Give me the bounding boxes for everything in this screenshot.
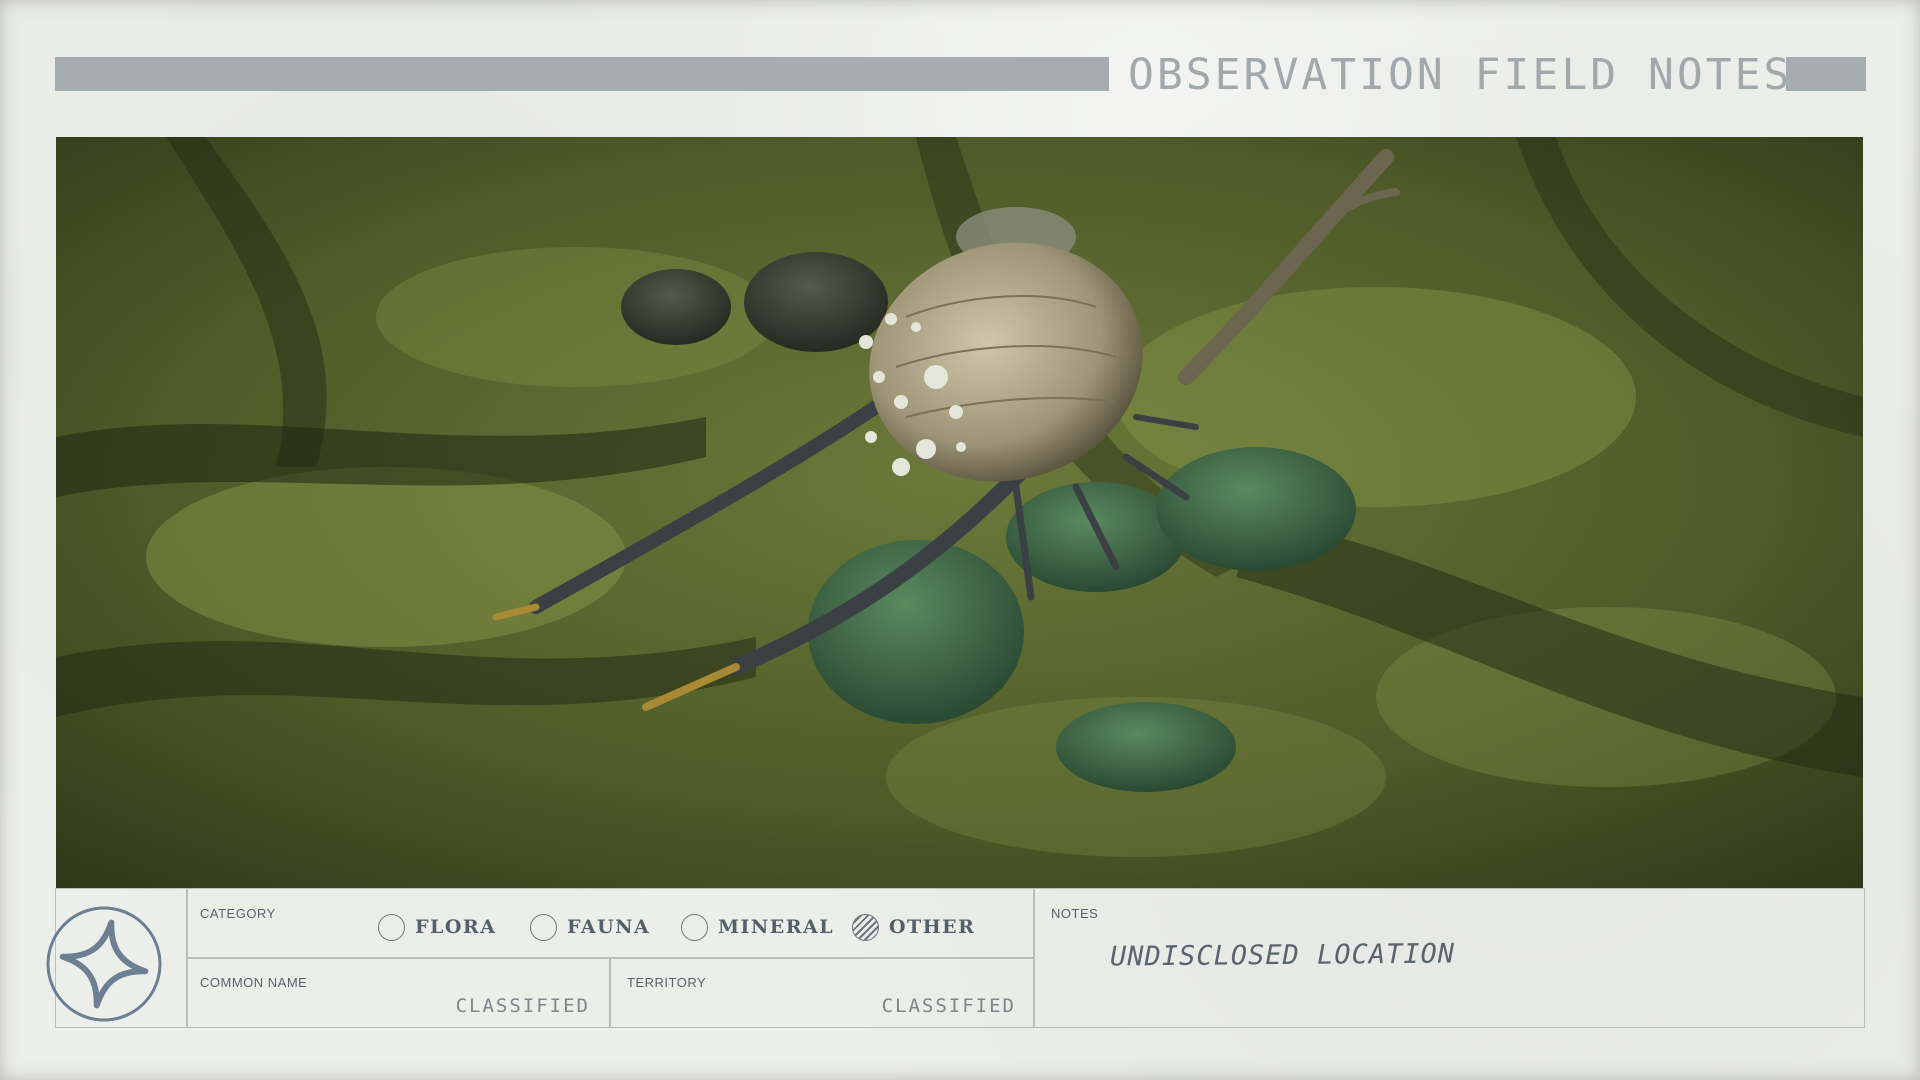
- category-option-other[interactable]: OTHER: [852, 911, 975, 943]
- field-notes-card: OBSERVATION FIELD NOTES CATEGORY FLORA F…: [0, 0, 1920, 1080]
- notes-value: UNDISCLOSED LOCATION: [1109, 938, 1456, 973]
- header-bar-left: [55, 57, 1109, 91]
- category-option-label: MINERAL: [718, 916, 835, 938]
- common-name-label: COMMON NAME: [200, 975, 308, 990]
- radio-selected-icon[interactable]: [852, 913, 879, 941]
- radio-icon[interactable]: [681, 913, 708, 941]
- specimen-photo: [56, 137, 1863, 888]
- category-option-label: FAUNA: [567, 916, 651, 938]
- panel-divider-name-territory: [609, 957, 611, 1028]
- category-label: CATEGORY: [200, 906, 276, 921]
- category-option-label: FLORA: [415, 916, 497, 938]
- compass-star-stamp-icon: [44, 904, 164, 1024]
- category-option-mineral[interactable]: MINERAL: [681, 911, 834, 943]
- category-option-flora[interactable]: FLORA: [378, 911, 496, 943]
- page-title: OBSERVATION FIELD NOTES: [1128, 50, 1793, 100]
- radio-icon[interactable]: [530, 913, 557, 941]
- header-bar-right: [1786, 57, 1866, 91]
- radio-icon[interactable]: [378, 913, 405, 941]
- notes-label: NOTES: [1051, 906, 1099, 921]
- category-option-fauna[interactable]: FAUNA: [530, 911, 650, 943]
- category-option-label: OTHER: [889, 916, 976, 938]
- territory-value: CLASSIFIED: [881, 995, 1016, 1017]
- territory-label: TERRITORY: [627, 975, 707, 990]
- common-name-value: CLASSIFIED: [455, 995, 590, 1017]
